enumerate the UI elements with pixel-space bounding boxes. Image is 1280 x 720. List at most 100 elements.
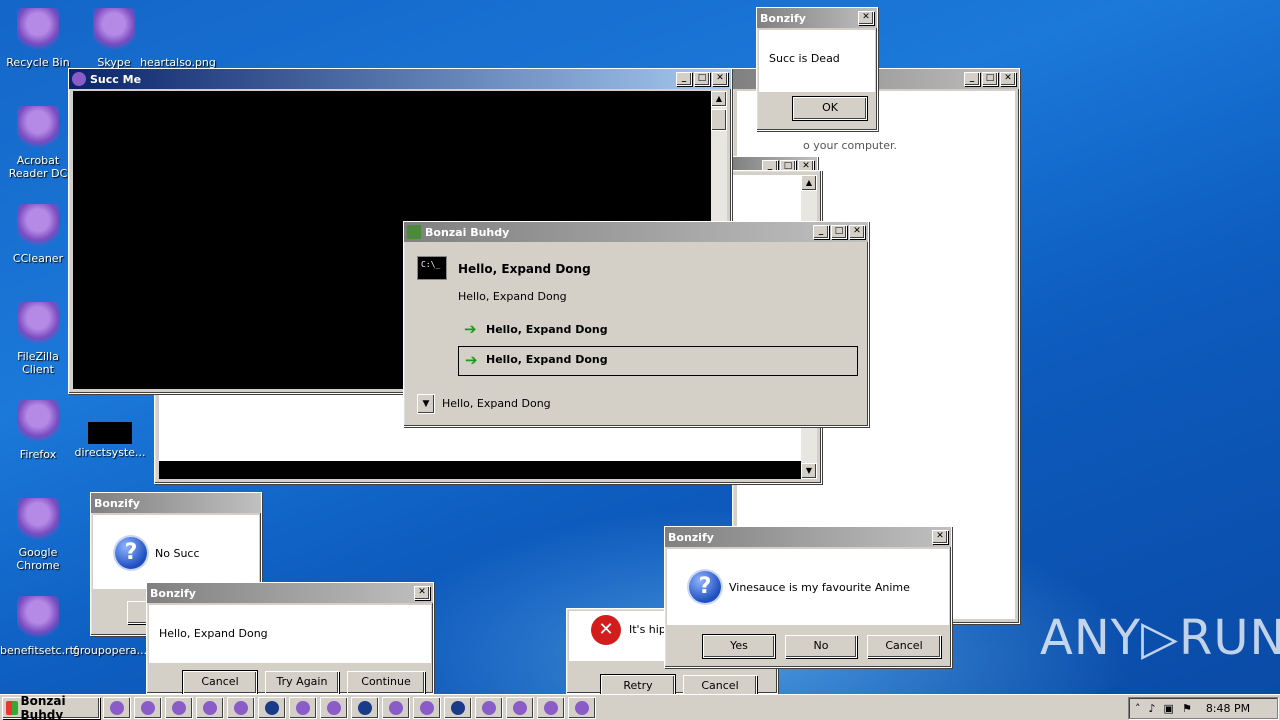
taskbar-app-button[interactable] <box>351 696 379 719</box>
close-button[interactable]: ✕ <box>712 72 728 86</box>
command-link-2[interactable]: ➔ Hello, Expand Dong <box>458 346 858 376</box>
taskbar-app-button[interactable] <box>103 696 131 719</box>
bonzai-buhdy-window[interactable]: Bonzai Buhdy _ □ ✕ C:\_ Hello, Expand Do… <box>403 221 869 427</box>
bonzi-icon <box>544 700 558 715</box>
taskbar-app-button[interactable] <box>444 696 472 719</box>
desktop-icon[interactable]: directsyste... <box>72 400 148 459</box>
title-bar[interactable]: Bonzify <box>91 493 261 513</box>
scroll-down-icon[interactable]: ▼ <box>801 463 817 479</box>
taskbar-app-button[interactable] <box>413 696 441 719</box>
desktop-icon-label: groupopera... <box>72 644 148 657</box>
volume-icon[interactable]: ♪ <box>1149 702 1156 715</box>
bonzify-dialog-dead[interactable]: Bonzify ✕ Succ is Dead OK <box>756 7 878 131</box>
desktop-icon-label: directsyste... <box>74 446 146 459</box>
bonzi-icon <box>575 700 589 715</box>
close-button[interactable]: ✕ <box>932 530 948 544</box>
taskbar-app-button[interactable] <box>196 696 224 719</box>
task-heading: Hello, Expand Dong <box>458 262 591 276</box>
close-button[interactable]: ✕ <box>414 586 430 600</box>
taskbar-app-button[interactable] <box>227 696 255 719</box>
details-label: Hello, Expand Dong <box>442 397 551 410</box>
bonzi-icon <box>482 700 496 715</box>
taskbar-app-button[interactable] <box>289 696 317 719</box>
desktop-icon[interactable]: Acrobat Reader DC <box>0 106 76 180</box>
close-button[interactable]: ✕ <box>858 11 874 25</box>
desktop-icon[interactable]: Firefox <box>0 400 76 461</box>
bonzi-icon <box>513 700 527 715</box>
window-title: Succ Me <box>90 72 142 86</box>
dialog-body: ? Vinesauce is my favourite Anime <box>667 549 949 625</box>
bonzi-icon <box>17 8 59 54</box>
close-button[interactable]: ✕ <box>849 225 865 239</box>
dialog-title: Bonzify <box>760 11 806 25</box>
command-link-label: Hello, Expand Dong <box>486 323 608 336</box>
taskbar-app-button[interactable] <box>258 696 286 719</box>
minimize-button[interactable]: _ <box>676 72 692 86</box>
title-bar[interactable]: Succ Me _ □ ✕ <box>69 69 731 89</box>
title-bar[interactable]: Bonzify ✕ <box>757 8 877 28</box>
desktop-icon[interactable]: Google Chrome <box>0 498 76 572</box>
taskbar-app-button[interactable] <box>506 696 534 719</box>
bonzi-icon <box>17 204 59 250</box>
continue-button[interactable]: Continue <box>347 671 425 694</box>
bonzi-icon <box>265 700 279 715</box>
close-button[interactable]: ✕ <box>1000 72 1016 86</box>
scroll-up-icon[interactable]: ▲ <box>711 91 727 107</box>
taskbar-app-button[interactable] <box>320 696 348 719</box>
title-bar[interactable]: Bonzify ✕ <box>665 527 951 547</box>
bonzi-icon <box>389 700 403 715</box>
title-bar[interactable]: Bonzify ✕ <box>147 583 433 603</box>
bonzi-icon <box>234 700 248 715</box>
scroll-thumb[interactable] <box>711 109 727 131</box>
taskbar-app-button[interactable] <box>382 696 410 719</box>
bonzi-icon <box>407 225 421 239</box>
network-icon[interactable]: ▣ <box>1164 702 1174 715</box>
bonzify-dialog-expand[interactable]: Bonzify ✕ Hello, Expand Dong Cancel Try … <box>146 582 434 695</box>
taskbar-app-button[interactable] <box>475 696 503 719</box>
chevron-up-icon[interactable]: ˄ <box>1135 702 1141 715</box>
ok-button[interactable]: OK <box>792 96 868 121</box>
taskbar: Bonzai Buhdy ˄ ♪ ▣ ⚑ 8:48 PM <box>0 694 1280 720</box>
maximize-button[interactable]: □ <box>694 72 710 86</box>
question-icon: ? <box>115 537 147 569</box>
desktop-icon-label: Google Chrome <box>16 546 60 572</box>
minimize-button[interactable]: _ <box>813 225 829 239</box>
taskbar-app-button[interactable] <box>134 696 162 719</box>
dialog-title: Bonzify <box>150 586 196 600</box>
taskbar-app-button[interactable] <box>568 696 596 719</box>
cancel-button[interactable]: Cancel <box>182 670 258 695</box>
try-again-button[interactable]: Try Again <box>265 671 339 694</box>
green-arrow-icon: ➔ <box>464 320 477 338</box>
expand-details-button[interactable]: ▼ <box>417 394 435 414</box>
bonzi-icon <box>203 700 217 715</box>
clock[interactable]: 8:48 PM <box>1206 702 1250 715</box>
dialog-body: Hello, Expand Dong <box>149 605 431 663</box>
cancel-button[interactable]: Cancel <box>867 635 941 658</box>
desktop-icon[interactable]: benefitsetc.rtf <box>0 596 78 657</box>
bonzi-icon <box>17 302 59 348</box>
minimize-button[interactable]: _ <box>964 72 980 86</box>
bonzi-icon <box>88 422 132 444</box>
desktop-icon[interactable]: heartalso.png <box>140 8 216 69</box>
desktop-icon-label: Recycle Bin <box>6 56 70 69</box>
maximize-button[interactable]: □ <box>982 72 998 86</box>
start-button[interactable]: Bonzai Buhdy <box>2 694 100 720</box>
dialog-message: Vinesauce is my favourite Anime <box>729 581 910 594</box>
desktop-icon[interactable]: FileZilla Client <box>0 302 76 376</box>
dialog-message: Succ is Dead <box>769 52 840 65</box>
dialog-body: Succ is Dead <box>759 30 875 92</box>
no-button[interactable]: No <box>785 635 857 658</box>
task-subtext: Hello, Expand Dong <box>458 290 567 303</box>
command-link-1[interactable]: ➔ Hello, Expand Dong <box>458 318 858 342</box>
desktop-icon[interactable]: Recycle Bin <box>0 8 76 69</box>
maximize-button[interactable]: □ <box>831 225 847 239</box>
flag-icon[interactable]: ⚑ <box>1182 702 1192 715</box>
bonzi-icon <box>17 596 59 642</box>
desktop-icon[interactable]: CCleaner <box>0 204 76 265</box>
title-bar[interactable]: Bonzai Buhdy _ □ ✕ <box>404 222 868 242</box>
taskbar-app-button[interactable] <box>165 696 193 719</box>
yes-button[interactable]: Yes <box>702 634 776 659</box>
scroll-up-icon[interactable]: ▲ <box>801 175 817 191</box>
taskbar-app-button[interactable] <box>537 696 565 719</box>
bonzify-dialog-anime[interactable]: Bonzify ✕ ? Vinesauce is my favourite An… <box>664 526 952 668</box>
